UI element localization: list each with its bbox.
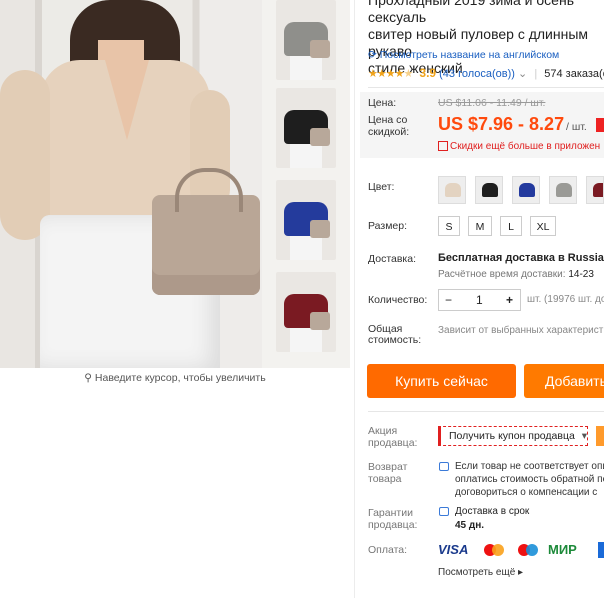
delivery-time-value: 14-23 [568,269,594,280]
card-icon [598,542,604,558]
discount-price-label: Цена со скидкой: [368,114,409,138]
chevron-down-icon[interactable]: ⌄ [518,68,527,80]
color-swatch-black[interactable] [475,176,503,204]
return-text-line: Если товар не соответствует опи [455,461,604,472]
returns-label-line: Возврат [368,461,408,473]
mastercard-icon [482,542,512,558]
color-label: Цвет: [368,181,395,193]
zoom-hint-text: Наведите курсор, чтобы увеличить [94,372,266,384]
price-label: Цена: [368,97,397,109]
size-s[interactable]: S [438,216,460,236]
magnifier-icon: ⚲ [84,372,92,384]
delivery-label: Доставка: [368,253,417,265]
thumbnail-gray[interactable] [276,0,336,80]
delivery-guarantee-icon [439,507,449,516]
delivery-time: Расчётное время доставки: 14-23 [438,269,594,280]
divider [368,411,604,412]
separator: | [534,68,538,80]
seller-promo-label: Акция продавца: [368,425,417,449]
zoom-hint: ⚲ Наведите курсор, чтобы увеличить [0,372,350,384]
thumbnail-column [262,0,350,368]
delivery-time-prefix: Расчётное время доставки: [438,269,566,280]
color-swatch-beige[interactable] [438,176,466,204]
model-arm-left [0,70,50,240]
coupon-edge [596,426,604,446]
plus-button[interactable]: + [506,293,513,307]
chevron-down-icon: ▾ [581,430,588,442]
size-m[interactable]: M [468,216,492,236]
minus-button[interactable]: − [445,293,452,307]
color-swatch-gray[interactable] [549,176,577,204]
rating-value: 3.9 [419,66,437,80]
translate-link-text: Посмотреть название на английском [379,49,560,61]
orders-count: 574 заказа(ов) [544,68,604,80]
add-to-cart-button[interactable]: Добавить [524,364,604,398]
guarantee-label-line: продавца: [368,519,418,531]
discount-label-line: Цена со [368,114,408,126]
maestro-icon [516,542,546,558]
thumbnail-black[interactable] [276,88,336,168]
guarantee-days: 45 дн. [455,520,485,531]
handbag-strap [175,168,243,212]
quantity-label: Количество: [368,294,428,306]
return-info-icon [439,462,449,471]
payment-label: Оплата: [368,544,408,556]
price-unit: / шт. [566,121,587,133]
delivery-info: Бесплатная доставка в Russian Fe [438,252,604,264]
rating-votes[interactable]: (43 голоса(ов)) [439,68,515,80]
divider [368,87,604,88]
total-label-line: стоимость: [368,334,422,346]
total-note: Зависит от выбранных характерист [438,325,604,336]
size-l[interactable]: L [500,216,522,236]
current-price: US $7.96 - 8.27 [438,114,565,134]
discount-badge [596,118,604,132]
thumbnail-blue[interactable] [276,180,336,260]
stock-note: шт. (19976 шт. до [527,294,604,305]
rating-row: ★★★★★ 3.9 (43 голоса(ов)) ⌄ | 574 заказа… [368,66,604,80]
mir-icon: МИР [548,542,577,557]
color-swatch-wine[interactable] [586,176,604,204]
thumbnail-wine[interactable] [276,272,336,352]
coupon-button-label: Получить купон продавца [449,430,575,442]
translate-title-link[interactable]: ⟳ Посмотреть название на английском [368,49,559,61]
returns-label: Возврат товара [368,461,407,485]
guarantee-label-line: Гарантии [368,507,413,519]
visa-icon: VISA [438,542,469,557]
color-swatch-blue[interactable] [512,176,540,204]
guarantee-label: Гарантии продавца: [368,507,417,531]
returns-label-line: товара [368,473,402,485]
quantity-stepper: − 1 + [438,289,521,311]
title-line: Прохладный 2019 зима и осень сексуаль [368,0,574,25]
size-label: Размер: [368,220,408,232]
model-v-neck [105,60,149,140]
rating-stars-icon: ★★★★ [368,68,404,80]
old-price: US $11.06 - 11.49 / шт. [438,97,546,109]
promo-label-line: продавца: [368,437,418,449]
return-text-line: оплатись стоимость обратной пе [455,474,604,485]
total-label: Общая стоимость: [368,324,421,346]
size-xl[interactable]: XL [530,216,556,236]
discount-label-line: скидкой: [368,126,410,138]
app-discount-link[interactable]: Скидки ещё больше в приложен [450,141,600,152]
buy-now-button[interactable]: Купить сейчас [367,364,516,398]
return-text-line: договориться о компенсации с [455,487,598,498]
guarantee-text: Доставка в срок [455,506,530,517]
column-divider [354,0,355,598]
get-seller-coupon-button[interactable]: Получить купон продавца ▾ [438,426,588,446]
translate-icon: ⟳ [368,49,377,61]
rating-star-partial-icon: ★ [403,68,413,80]
promo-label-line: Акция [368,425,398,437]
qr-code-icon [438,141,448,151]
quantity-input[interactable]: 1 [476,293,483,307]
see-more-payment-link[interactable]: Посмотреть ещё ▸ [438,567,523,578]
